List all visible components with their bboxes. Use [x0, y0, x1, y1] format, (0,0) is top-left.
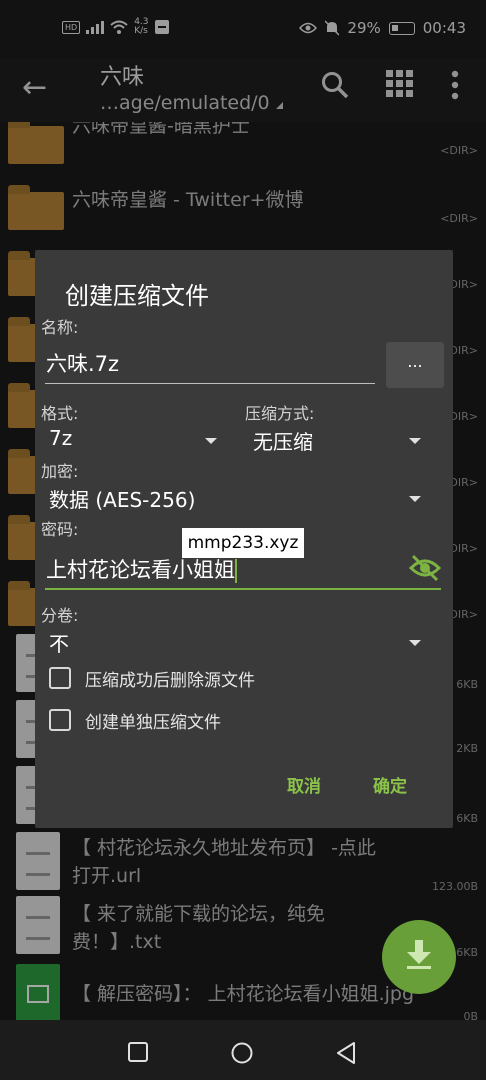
extract-fab[interactable] [382, 920, 456, 994]
chevron-down-icon [205, 438, 217, 444]
format-label: 格式: [41, 404, 79, 423]
password-text: 上村花论坛看小姐姐 [46, 554, 237, 584]
password-label: 密码: [41, 520, 79, 539]
delete-source-label: 压缩成功后删除源文件 [85, 671, 255, 691]
chevron-down-icon [409, 438, 421, 444]
ok-button[interactable]: 确定 [373, 772, 407, 797]
download-icon [407, 940, 431, 969]
compression-label: 压缩方式: [245, 404, 315, 423]
navigation-bar [0, 1020, 486, 1080]
encryption-dropdown[interactable]: 数据 (AES-256) [49, 484, 421, 518]
back-icon[interactable] [336, 1042, 356, 1064]
compression-value: 无压缩 [253, 430, 313, 454]
compression-dropdown[interactable]: 无压缩 [253, 426, 421, 460]
volume-label: 分卷: [41, 606, 79, 625]
cancel-button[interactable]: 取消 [287, 772, 321, 797]
chevron-down-icon [409, 496, 421, 502]
volume-dropdown[interactable]: 不 [49, 628, 421, 662]
home-icon[interactable] [231, 1042, 253, 1064]
format-dropdown[interactable]: 7z [49, 426, 217, 460]
browse-button[interactable]: ... [386, 342, 444, 388]
separate-archive-label: 创建单独压缩文件 [85, 713, 221, 733]
dialog-title: 创建压缩文件 [65, 282, 209, 310]
delete-source-checkbox[interactable] [49, 667, 71, 689]
volume-value: 不 [49, 632, 69, 656]
password-value: 上村花论坛看小姐姐 [46, 558, 235, 582]
format-value: 7z [49, 426, 73, 450]
separate-archive-checkbox[interactable] [49, 709, 71, 731]
watermark: mmp233.xyz [182, 528, 304, 558]
recents-icon[interactable] [128, 1042, 148, 1062]
encryption-value: 数据 (AES-256) [49, 488, 196, 512]
text-cursor [235, 559, 237, 583]
name-label: 名称: [41, 318, 79, 337]
archive-name-input[interactable]: 六味.7z [45, 342, 375, 384]
visibility-off-icon[interactable] [409, 554, 441, 582]
encryption-label: 加密: [41, 462, 79, 481]
chevron-down-icon [409, 640, 421, 646]
archive-name-value: 六味.7z [46, 352, 120, 376]
